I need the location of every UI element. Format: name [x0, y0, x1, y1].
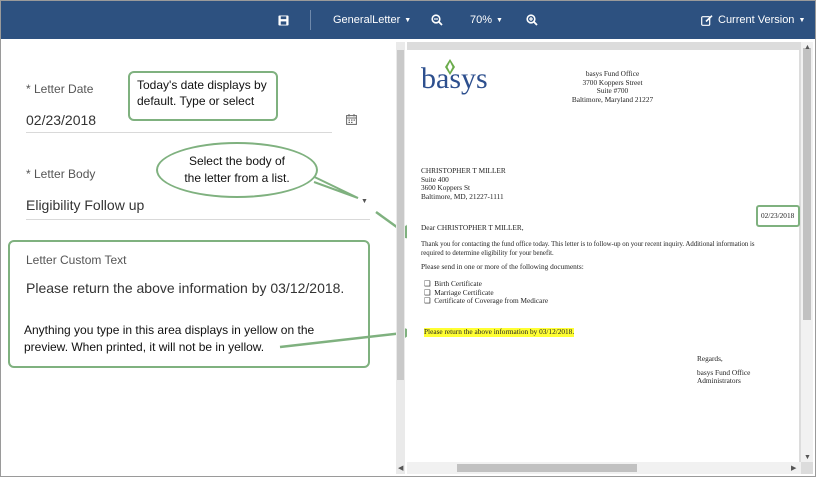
date-highlight-box: [756, 205, 800, 227]
toolbar-separator: [310, 10, 311, 30]
scroll-up-icon[interactable]: ▲: [804, 44, 811, 51]
callout-text: Today's date displays by: [137, 78, 267, 92]
closing: Regards, basys Fund Office Administrator…: [697, 354, 750, 386]
caret-down-icon: ▼: [404, 16, 412, 24]
documents-list: ❑ Birth Certificate ❑ Marriage Certifica…: [424, 279, 549, 306]
scroll-down-icon[interactable]: ▼: [804, 454, 811, 461]
letter-body-select[interactable]: Eligibility Follow up: [26, 197, 144, 213]
save-button[interactable]: [278, 1, 289, 39]
body-callout: Select the body of the letter from a lis…: [156, 142, 318, 198]
zoom-in-button[interactable]: [526, 1, 538, 39]
preview-horizontal-scrollbar[interactable]: [407, 462, 801, 474]
office-address: basys Fund Office 3700 Koppers Street Su…: [555, 69, 670, 104]
form-scrollbar[interactable]: [396, 42, 405, 474]
zoom-out-button[interactable]: [431, 1, 443, 39]
zoom-out-icon: [431, 14, 443, 26]
salutation: Dear CHRISTOPHER T MILLER,: [421, 223, 524, 232]
preview-vertical-scrollbar[interactable]: [801, 42, 813, 462]
custom-text-label: Letter Custom Text: [26, 253, 127, 267]
letter-preview: basys basys Fund Office 3700 Koppers Str…: [407, 42, 813, 474]
closing-text: Regards,: [697, 354, 723, 363]
letter-body-text: Thank you for contacting the fund office…: [421, 241, 755, 258]
template-dropdown[interactable]: GeneralLetter ▼: [333, 1, 411, 39]
body-line: Thank you for contacting the fund office…: [421, 241, 755, 248]
letter-body-label: * Letter Body: [26, 167, 96, 181]
version-label: Current Version: [718, 14, 795, 26]
logo-diamond-icon: [445, 59, 455, 75]
scroll-left-icon[interactable]: ◀: [398, 464, 403, 472]
zoom-level: 70%: [470, 14, 493, 26]
version-dropdown[interactable]: Current Version ▼: [701, 1, 805, 39]
body-line: required to determine eligibility for yo…: [421, 249, 554, 257]
letter-date-underline: [26, 132, 332, 133]
zoom-in-icon: [526, 14, 538, 26]
callout-text: the letter from a list.: [184, 171, 290, 185]
template-label: GeneralLetter: [333, 14, 401, 26]
edit-icon: [701, 14, 713, 26]
zoom-dropdown[interactable]: 70% ▼: [470, 1, 503, 39]
signature-line: Administrators: [697, 376, 741, 386]
office-city: Baltimore, Maryland 21227: [571, 94, 654, 104]
letter-page: basys basys Fund Office 3700 Koppers Str…: [407, 50, 799, 462]
caret-down-icon: ▼: [496, 16, 503, 24]
recipient-address: CHRISTOPHER T MILLER Suite 400 3600 Kopp…: [421, 166, 506, 201]
list-item: ❑ Certificate of Coverage from Medicare: [424, 296, 549, 306]
callout-text: Select the body of: [188, 154, 286, 168]
callout-text: default. Type or select: [137, 94, 255, 108]
letter-date-label: * Letter Date: [26, 82, 94, 96]
caret-down-icon: ▼: [798, 16, 806, 24]
documents-intro: Please send in one or more of the follow…: [421, 262, 584, 271]
callout-arrows: [279, 210, 415, 349]
scroll-right-icon[interactable]: ▶: [791, 464, 796, 472]
custom-text-highlight: Please return the above information by 0…: [424, 327, 575, 337]
toolbar: GeneralLetter ▼ 70% ▼ Current Version ▼: [1, 1, 815, 39]
letter-date-input[interactable]: 02/23/2018: [26, 112, 96, 128]
recipient-city: Baltimore, MD, 21227-1111: [421, 191, 504, 201]
date-callout: Today's date displays by default. Type o…: [128, 71, 278, 121]
calendar-icon[interactable]: [346, 114, 357, 125]
save-icon: [278, 14, 289, 26]
